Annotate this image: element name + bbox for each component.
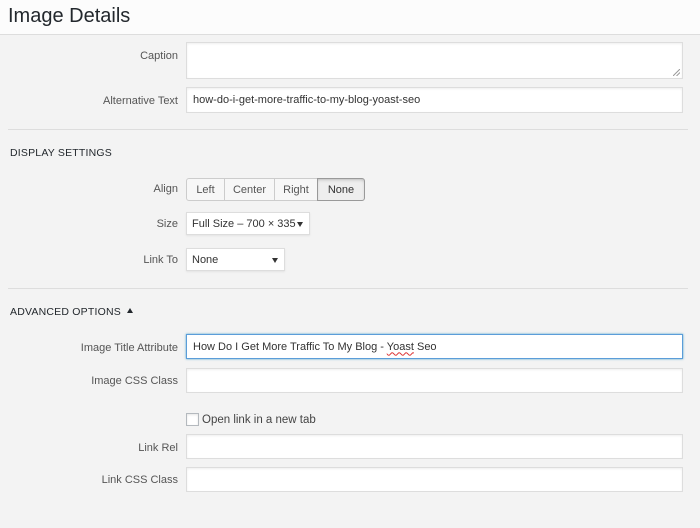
align-button-group: Left Center Right None <box>186 178 365 201</box>
divider <box>8 288 688 289</box>
size-label: Size <box>156 218 178 230</box>
misspelled-word: Yoast <box>386 340 414 353</box>
align-right-button[interactable]: Right <box>274 178 318 201</box>
modal-header: Image Details <box>0 0 700 35</box>
advanced-options-heading: ADVANCED OPTIONS <box>10 306 121 318</box>
collapse-arrow-icon <box>126 308 133 313</box>
open-new-tab-checkbox[interactable] <box>186 413 199 426</box>
image-title-input[interactable]: How Do I Get More Traffic To My Blog - Y… <box>186 334 683 359</box>
size-select[interactable]: Full Size – 700 × 335 <box>186 212 310 235</box>
image-title-value-tail: Seo <box>413 340 437 353</box>
chevron-down-icon <box>297 221 303 227</box>
align-center-button[interactable]: Center <box>224 178 275 201</box>
display-settings-heading: DISPLAY SETTINGS <box>10 147 113 159</box>
image-title-label: Image Title Attribute <box>80 342 178 354</box>
image-css-class-input[interactable] <box>186 368 683 393</box>
link-to-select[interactable]: None <box>186 248 285 271</box>
link-css-class-input[interactable] <box>186 467 683 492</box>
page-title: Image Details <box>8 5 131 27</box>
link-to-label: Link To <box>143 254 178 266</box>
divider <box>8 129 688 130</box>
link-rel-input[interactable] <box>186 434 683 459</box>
alt-text-value: how-do-i-get-more-traffic-to-my-blog-yoa… <box>193 94 421 106</box>
align-left-button[interactable]: Left <box>186 178 225 201</box>
resize-grip-icon[interactable] <box>673 69 680 76</box>
align-label: Align <box>153 183 178 195</box>
alt-text-label: Alternative Text <box>102 95 178 107</box>
caption-label: Caption <box>140 50 178 62</box>
align-none-button[interactable]: None <box>317 178 365 201</box>
advanced-options-toggle[interactable]: ADVANCED OPTIONS <box>10 305 133 319</box>
link-css-class-label: Link CSS Class <box>101 474 178 486</box>
caption-textarea[interactable] <box>186 42 683 79</box>
alt-text-input[interactable]: how-do-i-get-more-traffic-to-my-blog-yoa… <box>186 87 683 113</box>
open-new-tab-label[interactable]: Open link in a new tab <box>202 413 316 427</box>
image-css-class-label: Image CSS Class <box>91 375 178 387</box>
chevron-down-icon <box>272 257 278 263</box>
link-rel-label: Link Rel <box>138 442 178 454</box>
image-title-value-text: How Do I Get More Traffic To My Blog - <box>193 340 387 353</box>
